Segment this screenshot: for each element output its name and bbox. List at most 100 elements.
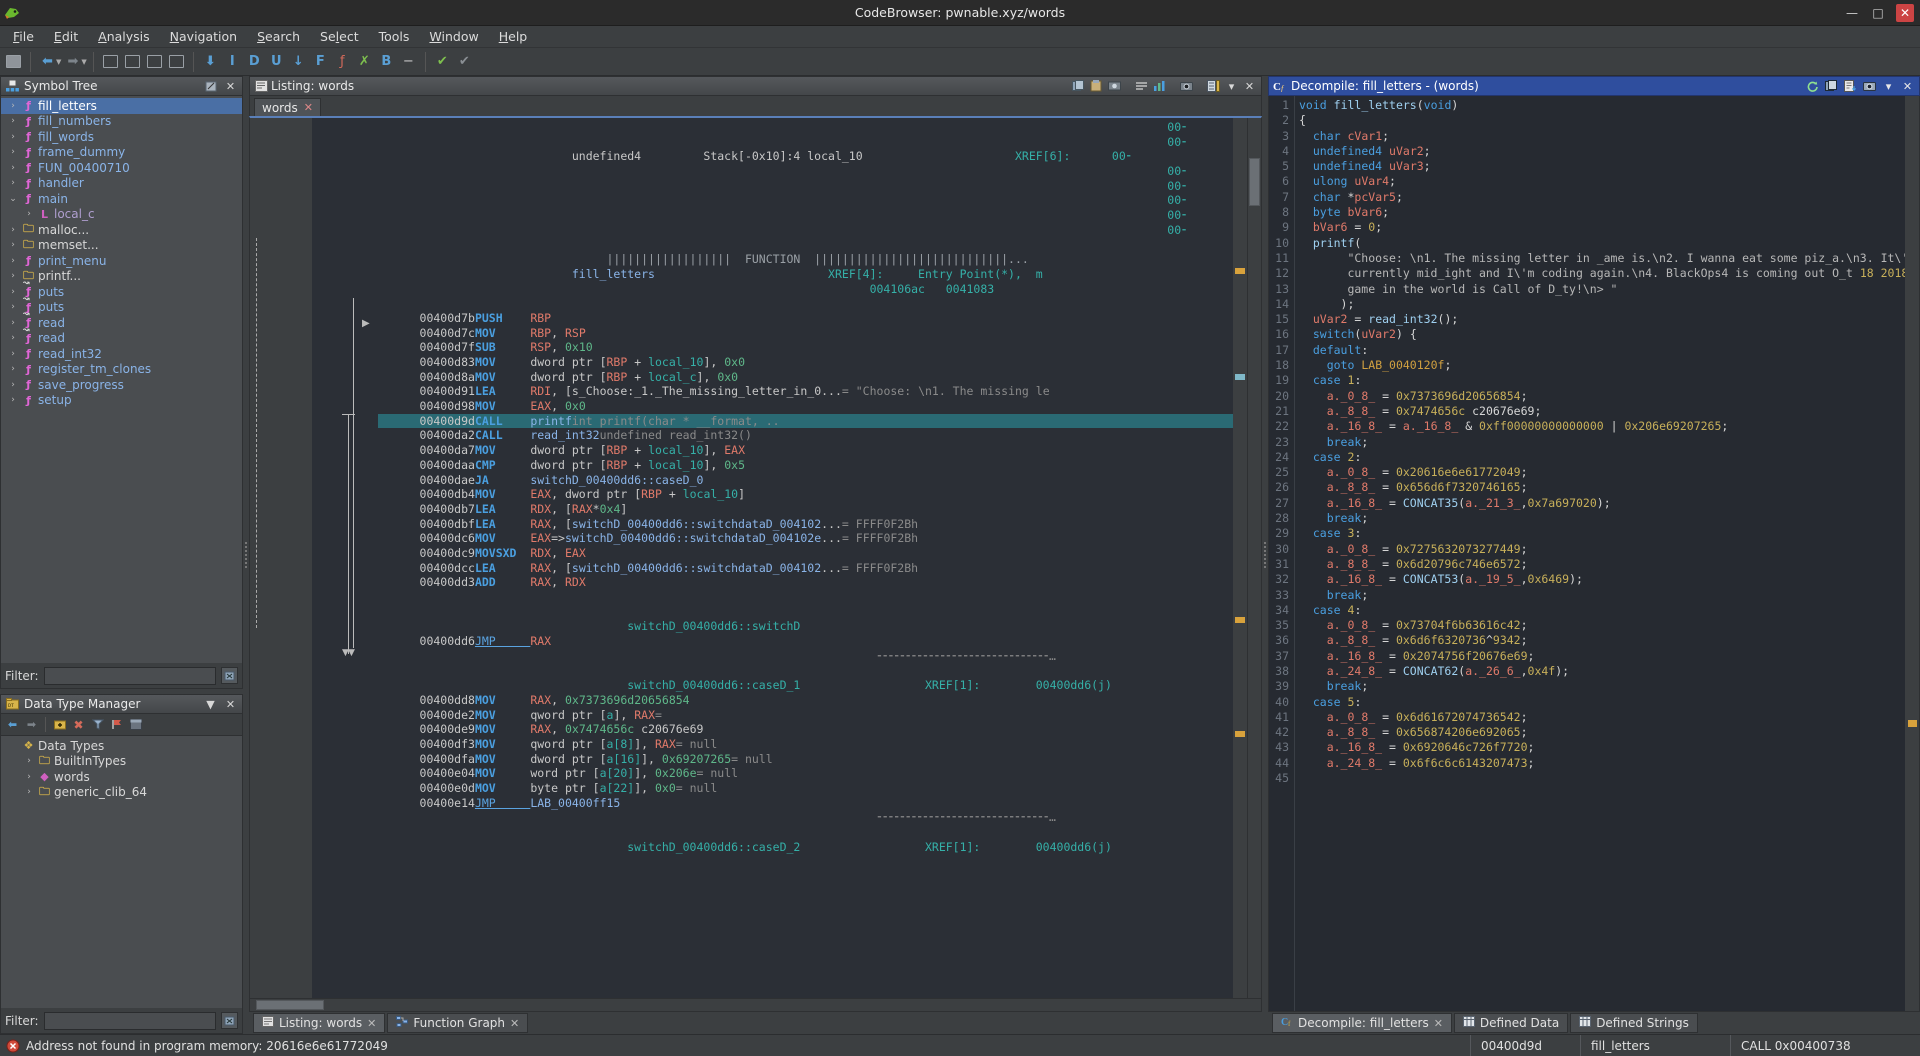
menu-edit[interactable]: Edit: [45, 27, 87, 46]
expand-chevron-right-icon[interactable]: ›: [7, 116, 19, 126]
listing-doc-tab-close-icon[interactable]: ✕: [304, 101, 313, 114]
listing-row[interactable]: 00⁃: [378, 135, 1233, 150]
listing-row[interactable]: 00400d7c MOV RBP, RSP: [378, 326, 1233, 341]
decompiler-line[interactable]: case 5:: [1299, 695, 1905, 710]
listing-row[interactable]: 00400df3 MOV qword ptr [a[8]], RAX = nul…: [378, 737, 1233, 752]
decompiler-line[interactable]: break;: [1299, 588, 1905, 603]
decompiler-chevron-down-icon[interactable]: ▾: [1881, 79, 1896, 93]
listing-row[interactable]: 00⁃: [378, 193, 1233, 208]
bottom-tab-close-icon[interactable]: ✕: [367, 1017, 376, 1030]
expand-chevron-right-icon[interactable]: ›: [7, 271, 19, 281]
check-green-icon[interactable]: ✔: [432, 51, 453, 73]
listing-row[interactable]: 00400dc6 MOV EAX=>switchD_00400dd6::swit…: [378, 531, 1233, 546]
expand-chevron-right-icon[interactable]: ›: [7, 132, 19, 142]
letter-u-icon[interactable]: U: [266, 51, 287, 73]
listing-row[interactable]: 00400db4 MOV EAX, dword ptr [RBP + local…: [378, 487, 1233, 502]
decompiler-line[interactable]: goto LAB_0040120f;: [1299, 358, 1905, 373]
expand-chevron-right-icon[interactable]: ›: [7, 101, 19, 111]
decompiler-line[interactable]: a._16_8_ = a._16_8_ & 0xff00000000000000…: [1299, 419, 1905, 434]
maximize-button[interactable]: □: [1870, 5, 1886, 21]
listing-row[interactable]: 00⁃: [378, 120, 1233, 135]
collapse-chevron-icon[interactable]: ▼: [203, 697, 218, 711]
listing-row[interactable]: 00400d91 LEA RDI, [s_Choose:_1._The_miss…: [378, 384, 1233, 399]
decompiler-line[interactable]: undefined4 uVar3;: [1299, 159, 1905, 174]
listing-vertical-scrollbar[interactable]: [1247, 118, 1261, 998]
decompiler-line[interactable]: a._16_8_ = 0x6920646c726f7720;: [1299, 740, 1905, 755]
decompiler-close-icon[interactable]: ✕: [1900, 79, 1915, 93]
menu-analysis[interactable]: Analysis: [89, 27, 159, 46]
bottom-tab-listing-words[interactable]: Listing: words✕: [253, 1013, 385, 1033]
dtm-window-icon[interactable]: [127, 716, 144, 733]
listing-row[interactable]: [378, 238, 1233, 253]
tree-item-puts[interactable]: ›ƒputs: [1, 300, 242, 316]
decompiler-line[interactable]: char cVar1;: [1299, 129, 1905, 144]
tree-item-fill-letters[interactable]: ›ƒfill_letters: [1, 98, 242, 114]
letter-f-icon[interactable]: F: [310, 51, 331, 73]
decompiler-line[interactable]: );: [1299, 297, 1905, 312]
decompiler-line[interactable]: a._16_8_ = CONCAT35(a._21_3_,0x7a697020)…: [1299, 496, 1905, 511]
decompiler-refresh-icon[interactable]: [1805, 79, 1820, 93]
decompiler-line[interactable]: a._16_8_ = 0x2074756f20676e69;: [1299, 649, 1905, 664]
bottom-tab-close-icon[interactable]: ✕: [1434, 1017, 1443, 1030]
decompiler-line[interactable]: case 1:: [1299, 373, 1905, 388]
decompiler-line[interactable]: case 2:: [1299, 450, 1905, 465]
tree-item-fill-numbers[interactable]: ›ƒfill_numbers: [1, 114, 242, 130]
decompiler-line[interactable]: void fill_letters(void): [1299, 98, 1905, 113]
listing-row[interactable]: 00400de9 MOV RAX, 0x7474656c c20676e69: [378, 722, 1233, 737]
bottom-tab-decompile-fill-letters[interactable]: CfDecompile: fill_letters✕: [1272, 1013, 1452, 1033]
tree-item-print-menu[interactable]: ›ƒprint_menu: [1, 253, 242, 269]
dtm-back-icon[interactable]: ⬅: [4, 716, 21, 733]
expand-chevron-right-icon[interactable]: ›: [7, 147, 19, 157]
listing-row[interactable]: 00⁃: [378, 223, 1233, 238]
tree-item-malloc-[interactable]: ›🗀malloc...: [1, 222, 242, 238]
minimize-button[interactable]: —: [1844, 5, 1860, 21]
decompiler-line[interactable]: game in the world is Call of D_ty!\n> ": [1299, 282, 1905, 297]
decompiler-line[interactable]: bVar6 = 0;: [1299, 220, 1905, 235]
listing-row[interactable]: 00400e0d MOV byte ptr [a[22]], 0x0 = nul…: [378, 781, 1233, 796]
menu-help[interactable]: Help: [490, 27, 537, 46]
dtm-new-icon[interactable]: [51, 716, 68, 733]
listing-row[interactable]: 00400e04 MOV word ptr [a[20]], 0x206e = …: [378, 766, 1233, 781]
decompiler-line[interactable]: {: [1299, 113, 1905, 128]
minus-icon[interactable]: −: [398, 51, 419, 73]
listing-row[interactable]: 00400dbf LEA RAX, [switchD_00400dd6::swi…: [378, 517, 1233, 532]
expand-chevron-right-icon[interactable]: ›: [7, 364, 19, 374]
menu-select[interactable]: Select: [311, 27, 368, 46]
tree-item-register-tm-clones[interactable]: ›ƒregister_tm_clones: [1, 362, 242, 378]
decompiler-line[interactable]: case 3:: [1299, 526, 1905, 541]
tree-item-memset-[interactable]: ›🗀memset...: [1, 238, 242, 254]
listing-row[interactable]: 00400dd8 MOV RAX, 0x7373696d20656854: [378, 693, 1233, 708]
decompiler-line[interactable]: byte bVar6;: [1299, 205, 1905, 220]
menu-tools[interactable]: Tools: [370, 27, 419, 46]
listing-row[interactable]: undefined4 Stack[-0x10]:4 local_10 XREF[…: [378, 149, 1233, 164]
bottom-tab-defined-strings[interactable]: Defined Strings: [1570, 1013, 1698, 1033]
listing-copy-icon[interactable]: [1071, 79, 1086, 93]
decompiler-snapshot-icon[interactable]: [1862, 79, 1877, 93]
tree-item-fun-00400710[interactable]: ›ƒFUN_00400710: [1, 160, 242, 176]
listing-row[interactable]: 00400d7b PUSH RBP: [378, 311, 1233, 326]
expand-chevron-right-icon[interactable]: ›: [7, 349, 19, 359]
listing-row[interactable]: switchD_00400dd6::switchD: [378, 619, 1233, 634]
tree-item-handler[interactable]: ›ƒhandler: [1, 176, 242, 192]
tree-item-frame-dummy[interactable]: ›ƒframe_dummy: [1, 145, 242, 161]
data-type-tree[interactable]: ❖Data Types›🗀BuiltInTypes›◆words›🗀generi…: [0, 736, 243, 1008]
close-icon[interactable]: ✕: [223, 79, 238, 93]
tree-item-local-c[interactable]: ›Llocal_c: [1, 207, 242, 223]
expand-chevron-right-icon[interactable]: ›: [23, 787, 35, 797]
save-icon[interactable]: [3, 51, 24, 73]
tree-item-builtintypes[interactable]: ›🗀BuiltInTypes: [1, 754, 242, 770]
dtm-close-icon[interactable]: ✕: [223, 697, 238, 711]
decompiler-line[interactable]: default:: [1299, 343, 1905, 358]
expand-chevron-right-icon[interactable]: ›: [7, 302, 19, 312]
listing-row[interactable]: 004106ac 0041083: [378, 282, 1233, 297]
paste-icon[interactable]: [122, 51, 143, 73]
listing-hscroll-thumb[interactable]: [256, 1000, 324, 1010]
xref-icon[interactable]: ✗: [354, 51, 375, 73]
listing-row[interactable]: 00⁃: [378, 179, 1233, 194]
listing-row[interactable]: 00400dfa MOV dword ptr [a[16]], 0x692072…: [378, 752, 1233, 767]
decompiler-code-area[interactable]: void fill_letters(void){ char cVar1; und…: [1295, 96, 1905, 1011]
expand-chevron-right-icon[interactable]: ›: [7, 256, 19, 266]
expand-chevron-right-icon[interactable]: ›: [7, 163, 19, 173]
decompiler-line[interactable]: a._24_8_ = 0x6f6c6c6143207473;: [1299, 756, 1905, 771]
copy-icon[interactable]: [100, 51, 121, 73]
